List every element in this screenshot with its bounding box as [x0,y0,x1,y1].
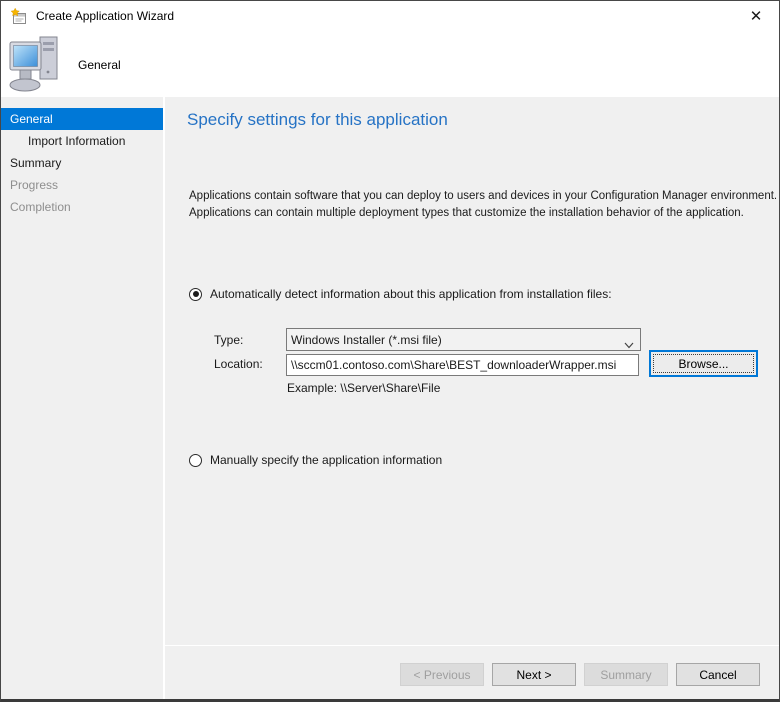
wizard-app-icon [10,8,27,25]
general-page-content: Specify settings for this application Ap… [165,97,779,645]
radio-automatically-detect-label: Automatically detect information about t… [210,287,612,301]
summary-button[interactable]: Summary [584,663,668,686]
wizard-body: General Import Information Summary Progr… [1,97,779,699]
type-field-label: Type: [214,333,243,347]
next-button[interactable]: Next > [492,663,576,686]
type-combobox-wrap: Windows Installer (*.msi file) [286,328,641,351]
radio-manually-specify-label: Manually specify the application informa… [210,453,442,467]
title-bar: Create Application Wizard ✕ [1,1,779,31]
wizard-header: General [1,31,779,97]
sidebar-item-general[interactable]: General [1,108,163,130]
type-select[interactable]: Windows Installer (*.msi file) [286,328,641,351]
page-description: Applications contain software that you c… [189,188,777,221]
example-hint-text: Example: \\Server\Share\File [287,381,440,395]
page-heading: Specify settings for this application [187,110,448,130]
sidebar-item-summary[interactable]: Summary [1,152,163,174]
radio-automatically-detect[interactable]: Automatically detect information about t… [189,287,612,301]
location-field-label: Location: [214,357,263,371]
page-title: General [78,58,121,72]
sidebar-item-progress[interactable]: Progress [1,174,163,196]
description-line-2: Applications can contain multiple deploy… [189,205,777,222]
close-icon[interactable]: ✕ [733,1,779,31]
sidebar-item-completion[interactable]: Completion [1,196,163,218]
wizard-step-list: General Import Information Summary Progr… [1,97,165,699]
previous-button[interactable]: < Previous [400,663,484,686]
radio-manually-specify[interactable]: Manually specify the application informa… [189,453,442,467]
description-line-1: Applications contain software that you c… [189,188,777,205]
location-input[interactable] [286,354,639,376]
wizard-button-bar: < Previous Next > Summary Cancel [165,645,779,699]
window-title: Create Application Wizard [36,9,174,23]
cancel-button[interactable]: Cancel [676,663,760,686]
computer-icon [8,34,66,94]
sidebar-item-import-information[interactable]: Import Information [1,130,163,152]
radio-button-icon [189,288,202,301]
radio-button-icon [189,454,202,467]
browse-button[interactable]: Browse... [649,350,758,377]
create-application-wizard-window: Create Application Wizard ✕ [0,0,780,702]
